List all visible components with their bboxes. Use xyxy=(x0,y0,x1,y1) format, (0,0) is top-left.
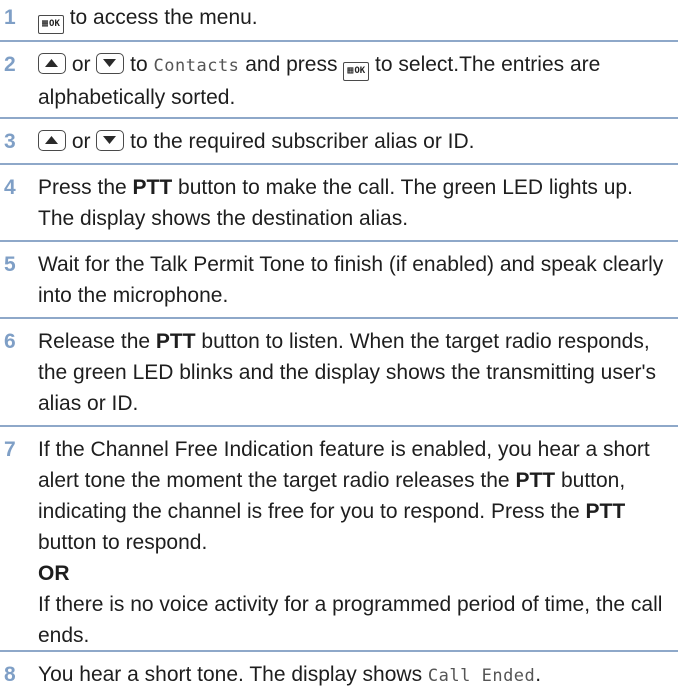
up-arrow-key-icon xyxy=(38,53,66,74)
divider xyxy=(0,117,678,119)
step-number: 6 xyxy=(4,330,16,353)
menu-ok-key-icon: ▦ OK xyxy=(343,62,370,81)
step-number: 3 xyxy=(4,130,16,153)
step-number: 5 xyxy=(4,253,16,276)
step-number: 2 xyxy=(4,53,16,76)
divider xyxy=(0,317,678,319)
divider xyxy=(0,163,678,165)
step-text: Wait for the Talk Permit Tone to finish … xyxy=(38,253,664,307)
menu-item-contacts: Contacts xyxy=(153,56,240,76)
step-text: If the Channel Free Indication feature i… xyxy=(38,438,663,647)
divider xyxy=(0,240,678,242)
step-number: 7 xyxy=(4,438,16,461)
down-arrow-key-icon xyxy=(96,53,125,74)
step-text: or to the required subscriber alias or I… xyxy=(38,126,672,157)
step-text: You hear a short tone. The display shows… xyxy=(38,663,542,686)
divider xyxy=(0,425,678,427)
step-number: 8 xyxy=(4,663,16,686)
step-text: ▦ OK to access the menu. xyxy=(38,2,672,34)
down-arrow-key-icon xyxy=(96,130,125,151)
up-arrow-key-icon xyxy=(38,130,66,151)
or-label: OR xyxy=(38,562,70,585)
step-text: Press the PTT button to make the call. T… xyxy=(38,176,633,230)
step-number: 1 xyxy=(4,6,16,29)
divider xyxy=(0,650,678,652)
display-text-call-ended: Call Ended xyxy=(427,666,536,686)
divider xyxy=(0,40,678,42)
step-text: or to Contacts and press ▦ OK to select.T… xyxy=(38,53,601,109)
step-text: Release the PTT button to listen. When t… xyxy=(38,330,657,415)
step-number: 4 xyxy=(4,176,16,199)
menu-ok-key-icon: ▦ OK xyxy=(38,15,64,34)
